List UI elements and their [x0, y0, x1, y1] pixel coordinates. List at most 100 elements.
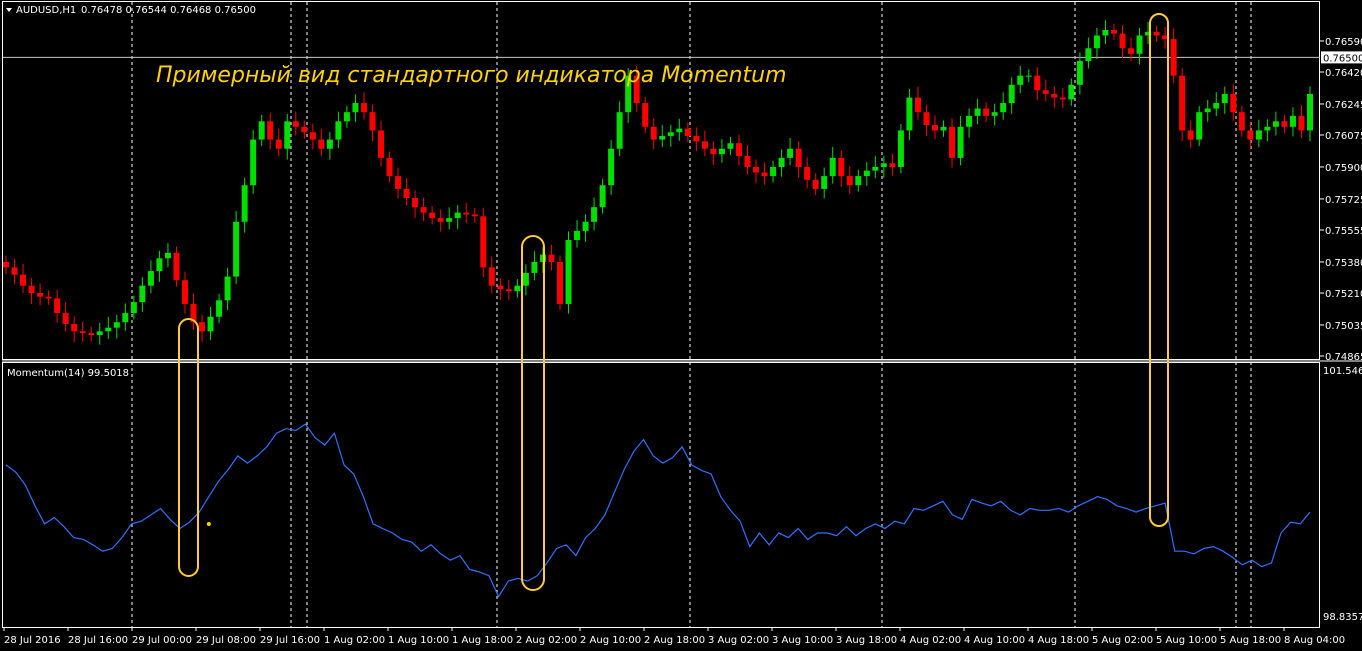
candle-body — [105, 327, 112, 332]
candle-body — [1042, 90, 1049, 94]
candle-body — [437, 218, 444, 222]
time-tick-label: 5 Aug 18:00 — [1220, 635, 1281, 646]
candle-body — [96, 331, 103, 335]
candle-body — [650, 126, 657, 140]
candle-body — [250, 139, 257, 186]
candle-body — [71, 324, 78, 332]
candle-body — [471, 214, 478, 217]
candle-body — [838, 157, 845, 177]
price-tick-label: 0.75725 — [1325, 195, 1362, 206]
candle-body — [556, 261, 563, 304]
momentum-dot — [206, 521, 211, 526]
candle-body — [744, 156, 751, 167]
candle-body — [241, 185, 248, 222]
symbol-label: AUDUSD,H1 — [16, 5, 76, 16]
candle-body — [1264, 126, 1271, 131]
candle-body — [62, 313, 69, 325]
candle-body — [446, 218, 453, 222]
candle-body — [1187, 130, 1194, 140]
candle-body — [1247, 130, 1254, 140]
candle-body — [1307, 93, 1313, 131]
candle-body — [1298, 115, 1305, 131]
candle-body — [395, 176, 402, 189]
candle-body — [1238, 112, 1245, 131]
candle-body — [574, 230, 581, 241]
candle-body — [37, 292, 44, 297]
candle-body — [156, 258, 163, 272]
candle-body — [181, 280, 188, 304]
candle-body — [608, 148, 615, 186]
time-tick-label: 2 Aug 18:00 — [644, 635, 705, 646]
time-tick-label: 8 Aug 04:00 — [1284, 635, 1345, 646]
candle-body — [1272, 121, 1279, 127]
candle-body — [966, 115, 973, 127]
candle-body — [20, 274, 27, 286]
candle-body — [804, 166, 811, 180]
candle-body — [1008, 84, 1015, 104]
candle-body — [429, 212, 436, 219]
candle-body — [122, 313, 129, 323]
candle-body — [974, 108, 981, 116]
candle-body — [54, 298, 61, 314]
time-tick-label: 29 Jul 08:00 — [196, 635, 256, 646]
candle-body — [1281, 121, 1288, 127]
candle-body — [735, 143, 742, 157]
candle-body — [599, 185, 606, 208]
candle-body — [701, 141, 708, 149]
candle-body — [846, 176, 853, 186]
time-tick-label: 3 Aug 10:00 — [772, 635, 833, 646]
candle-body — [505, 289, 512, 292]
candle-body — [1204, 108, 1211, 113]
price-tick-label: 0.75900 — [1325, 163, 1362, 174]
candle-body — [539, 254, 546, 262]
price-tick-label: 0.76245 — [1325, 100, 1362, 111]
candle-body — [923, 112, 930, 125]
chart-canvas: 0.76500 AUDUSD,H1 0.76478 0.76544 0.7646… — [0, 0, 1362, 651]
candle-body — [855, 176, 862, 186]
candle-body — [79, 331, 86, 334]
time-tick-label: 4 Aug 10:00 — [964, 635, 1025, 646]
candle-body — [335, 121, 342, 140]
candle-body — [463, 212, 470, 215]
candle-body — [872, 166, 879, 171]
candle-body — [710, 148, 717, 155]
candle-body — [676, 128, 683, 133]
candle-body — [1255, 130, 1262, 140]
price-tick-label: 0.75555 — [1325, 226, 1362, 237]
candle-body — [914, 97, 921, 113]
candle-body — [454, 212, 461, 219]
candle-body — [1051, 93, 1058, 98]
candle-body — [1196, 112, 1203, 140]
momentum-tick-label: 101.5463 — [1323, 366, 1362, 377]
candle-body — [275, 139, 282, 149]
candle-body — [659, 135, 666, 140]
candle-body — [139, 285, 146, 303]
candle-body — [1085, 48, 1092, 62]
candle-body — [301, 126, 308, 133]
candle-body — [778, 157, 785, 167]
candle-body — [880, 163, 887, 167]
time-tick-label: 28 Jul 2016 — [4, 635, 61, 646]
time-tick-label: 2 Aug 10:00 — [580, 635, 641, 646]
candle-body — [28, 285, 35, 293]
candle-body — [949, 126, 956, 158]
candle-body — [906, 97, 913, 131]
price-tick-label: 0.76420 — [1325, 68, 1362, 79]
candle-body — [292, 121, 299, 127]
time-tick-label: 5 Aug 10:00 — [1156, 635, 1217, 646]
candle-body — [770, 166, 777, 177]
candle-body — [821, 176, 828, 189]
candle-body — [207, 316, 214, 332]
candle-body — [795, 148, 802, 167]
candle-body — [267, 121, 274, 140]
candle-body — [940, 126, 947, 131]
candle-body — [693, 135, 700, 142]
candle-body — [957, 126, 964, 158]
candle-body — [514, 285, 521, 292]
candle-body — [1221, 93, 1228, 104]
time-tick-label: 29 Jul 00:00 — [132, 635, 192, 646]
candle-body — [1000, 103, 1007, 113]
candle-body — [497, 285, 504, 290]
candle-body — [931, 124, 938, 131]
candle-body — [1017, 75, 1024, 85]
